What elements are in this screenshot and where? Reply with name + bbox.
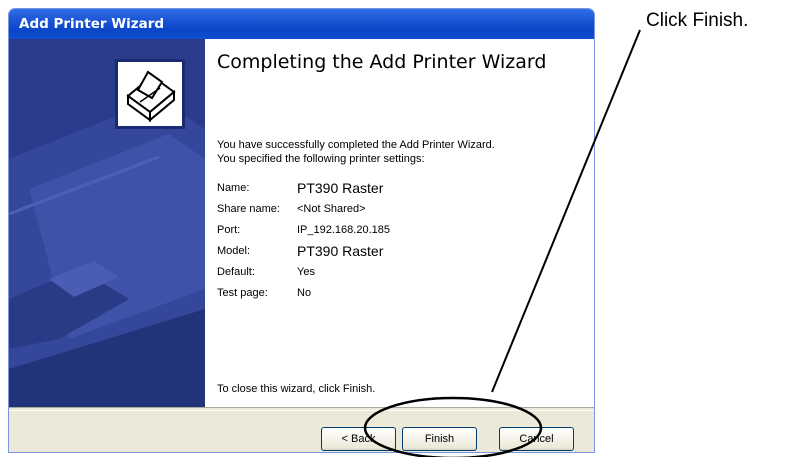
setting-value: No [297,286,312,299]
wizard-content: Completing the Add Printer Wizard You ha… [205,39,594,407]
setting-row-share-name: Share name: <Not Shared> [217,198,390,219]
callout-text: Click Finish. [646,10,749,31]
setting-value: IP_192.168.20.185 [297,223,390,236]
setting-value: Yes [297,265,315,278]
intro-text: You have successfully completed the Add … [217,138,577,166]
setting-row-name: Name: PT390 Raster [217,177,390,198]
setting-label: Name: [217,181,250,194]
setting-value: PT390 Raster [297,242,384,259]
setting-label: Share name: [217,202,280,215]
setting-row-model: Model: PT390 Raster [217,240,390,261]
page-title: Completing the Add Printer Wizard [217,51,547,73]
setting-value: PT390 Raster [297,179,384,196]
finish-button[interactable]: Finish [402,427,477,451]
printer-settings-list: Name: PT390 Raster Share name: <Not Shar… [217,177,390,303]
add-printer-wizard-window: Add Printer Wizard Completing the Add Pr… [8,8,595,453]
back-button[interactable]: < Back [321,427,396,451]
wizard-side-panel [9,39,205,407]
cancel-button[interactable]: Cancel [499,427,574,451]
setting-label: Model: [217,244,251,257]
setting-value: <Not Shared> [297,202,366,215]
setting-label: Test page: [217,286,268,299]
setting-label: Port: [217,223,241,236]
setting-row-default: Default: Yes [217,261,390,282]
closing-text: To close this wizard, click Finish. [217,383,376,395]
intro-line: You specified the following printer sett… [217,153,425,165]
setting-row-test-page: Test page: No [217,282,390,303]
setting-row-port: Port: IP_192.168.20.185 [217,219,390,240]
window-title: Add Printer Wizard [9,9,594,39]
button-divider [9,407,594,411]
intro-line: You have successfully completed the Add … [217,139,495,151]
printer-icon [115,59,185,129]
setting-label: Default: [217,265,255,278]
